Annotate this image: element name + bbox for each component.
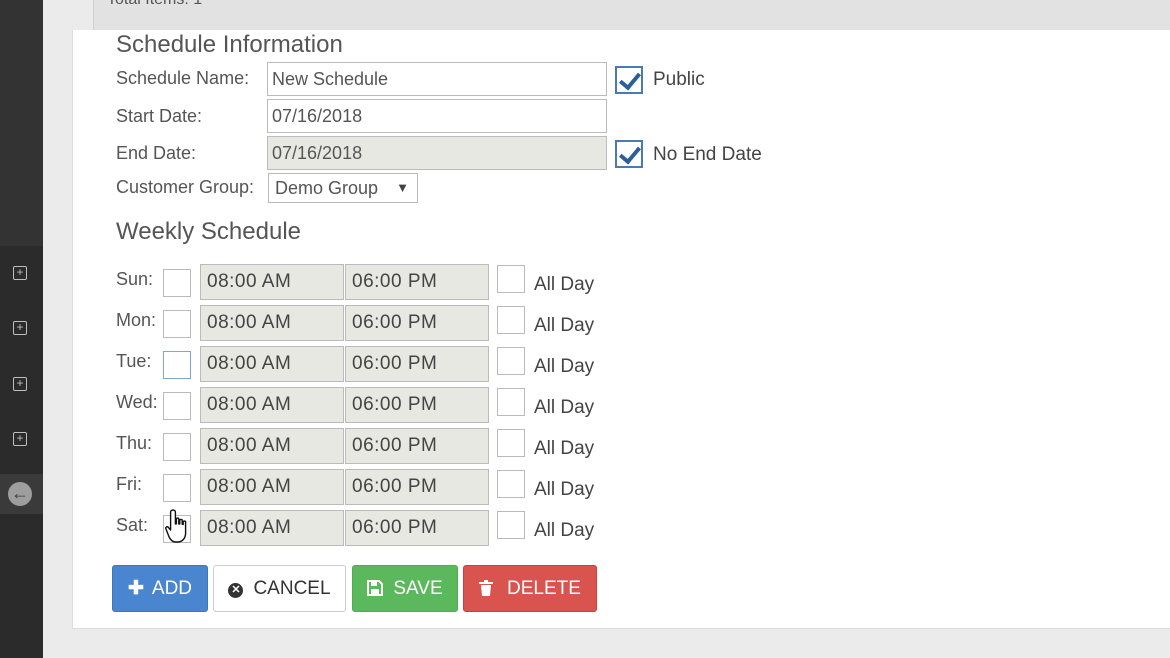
- day-enabled-checkbox[interactable]: [163, 351, 191, 379]
- day-enabled-checkbox[interactable]: [163, 269, 191, 297]
- day-enabled-checkbox[interactable]: [163, 433, 191, 461]
- day-enabled-checkbox[interactable]: [163, 392, 191, 420]
- no-end-date-checkbox[interactable]: [615, 140, 643, 168]
- no-end-date-label: No End Date: [653, 144, 762, 165]
- day-label: Mon:: [116, 310, 157, 330]
- list-footer: Total Items: 1: [93, 0, 1170, 31]
- add-button-label: ADD: [151, 578, 193, 599]
- day-label: Sat:: [116, 515, 149, 535]
- sidebar-top-band: [0, 0, 43, 246]
- day-enabled-checkbox[interactable]: [163, 310, 191, 338]
- end-time-input[interactable]: 06:00 PM: [345, 346, 489, 382]
- delete-button-label: DELETE: [507, 578, 581, 599]
- customer-group-label: Customer Group:: [116, 177, 255, 197]
- end-time-input[interactable]: 06:00 PM: [345, 387, 489, 423]
- end-time-input[interactable]: 06:00 PM: [345, 264, 489, 300]
- all-day-checkbox[interactable]: [497, 511, 525, 539]
- add-button[interactable]: ✚ ADD: [112, 565, 208, 612]
- day-enabled-checkbox[interactable]: [163, 474, 191, 502]
- public-checkbox[interactable]: [615, 66, 643, 94]
- all-day-label: All Day: [534, 315, 595, 336]
- all-day-label: All Day: [534, 520, 595, 541]
- start-time-input[interactable]: 08:00 AM: [200, 510, 344, 546]
- schedule-name-label: Schedule Name:: [116, 68, 250, 88]
- save-button-label: SAVE: [393, 578, 443, 599]
- plus-square-icon[interactable]: +: [13, 321, 27, 335]
- day-label: Sun:: [116, 269, 154, 289]
- all-day-checkbox[interactable]: [497, 429, 525, 457]
- start-time-input[interactable]: 08:00 AM: [200, 305, 344, 341]
- all-day-checkbox[interactable]: [497, 388, 525, 416]
- all-day-checkbox[interactable]: [497, 306, 525, 334]
- start-time-input[interactable]: 08:00 AM: [200, 428, 344, 464]
- end-time-input[interactable]: 06:00 PM: [345, 510, 489, 546]
- day-label: Thu:: [116, 433, 153, 453]
- cancel-button[interactable]: ✕ CANCEL: [213, 565, 346, 612]
- all-day-label: All Day: [534, 397, 595, 418]
- cancel-button-label: CANCEL: [253, 578, 331, 599]
- day-label: Fri:: [116, 474, 142, 494]
- public-label: Public: [653, 69, 705, 90]
- total-items-text: Total Items: 1: [107, 0, 202, 9]
- end-date-input[interactable]: 07/16/2018: [267, 136, 607, 170]
- start-time-input[interactable]: 08:00 AM: [200, 346, 344, 382]
- all-day-label: All Day: [534, 356, 595, 377]
- start-date-input[interactable]: 07/16/2018: [267, 99, 607, 133]
- customer-group-select[interactable]: Demo Group ▼: [268, 173, 418, 203]
- hand-cursor-icon: [165, 509, 187, 543]
- floppy-disk-icon: [367, 580, 384, 596]
- chevron-down-icon: ▼: [396, 180, 409, 195]
- end-time-input[interactable]: 06:00 PM: [345, 428, 489, 464]
- start-date-label: Start Date:: [116, 106, 203, 126]
- start-time-input[interactable]: 08:00 AM: [200, 387, 344, 423]
- save-button[interactable]: SAVE: [352, 565, 458, 612]
- end-date-label: End Date:: [116, 143, 197, 163]
- customer-group-value: Demo Group: [275, 178, 379, 198]
- delete-button[interactable]: DELETE: [463, 565, 597, 612]
- all-day-label: All Day: [534, 438, 595, 459]
- start-time-input[interactable]: 08:00 AM: [200, 469, 344, 505]
- trash-icon: [479, 580, 494, 596]
- all-day-checkbox[interactable]: [497, 470, 525, 498]
- arrow-left-circle-icon: ←: [8, 482, 32, 506]
- schedule-name-input[interactable]: New Schedule: [267, 62, 607, 96]
- all-day-label: All Day: [534, 274, 595, 295]
- left-sidebar: + + + + ←: [0, 0, 43, 658]
- close-circle-icon: ✕: [228, 583, 244, 598]
- day-label: Tue:: [116, 351, 152, 371]
- sidebar-back-button[interactable]: ←: [0, 474, 43, 514]
- all-day-checkbox[interactable]: [497, 265, 525, 293]
- end-time-input[interactable]: 06:00 PM: [345, 469, 489, 505]
- start-time-input[interactable]: 08:00 AM: [200, 264, 344, 300]
- weekly-schedule-heading: Weekly Schedule: [116, 218, 301, 245]
- day-label: Wed:: [116, 392, 158, 412]
- schedule-info-heading: Schedule Information: [116, 31, 343, 58]
- plus-icon: ✚: [127, 578, 144, 599]
- plus-square-icon[interactable]: +: [13, 377, 27, 391]
- plus-square-icon[interactable]: +: [13, 432, 27, 446]
- end-time-input[interactable]: 06:00 PM: [345, 305, 489, 341]
- all-day-label: All Day: [534, 479, 595, 500]
- all-day-checkbox[interactable]: [497, 347, 525, 375]
- plus-square-icon[interactable]: +: [13, 266, 27, 280]
